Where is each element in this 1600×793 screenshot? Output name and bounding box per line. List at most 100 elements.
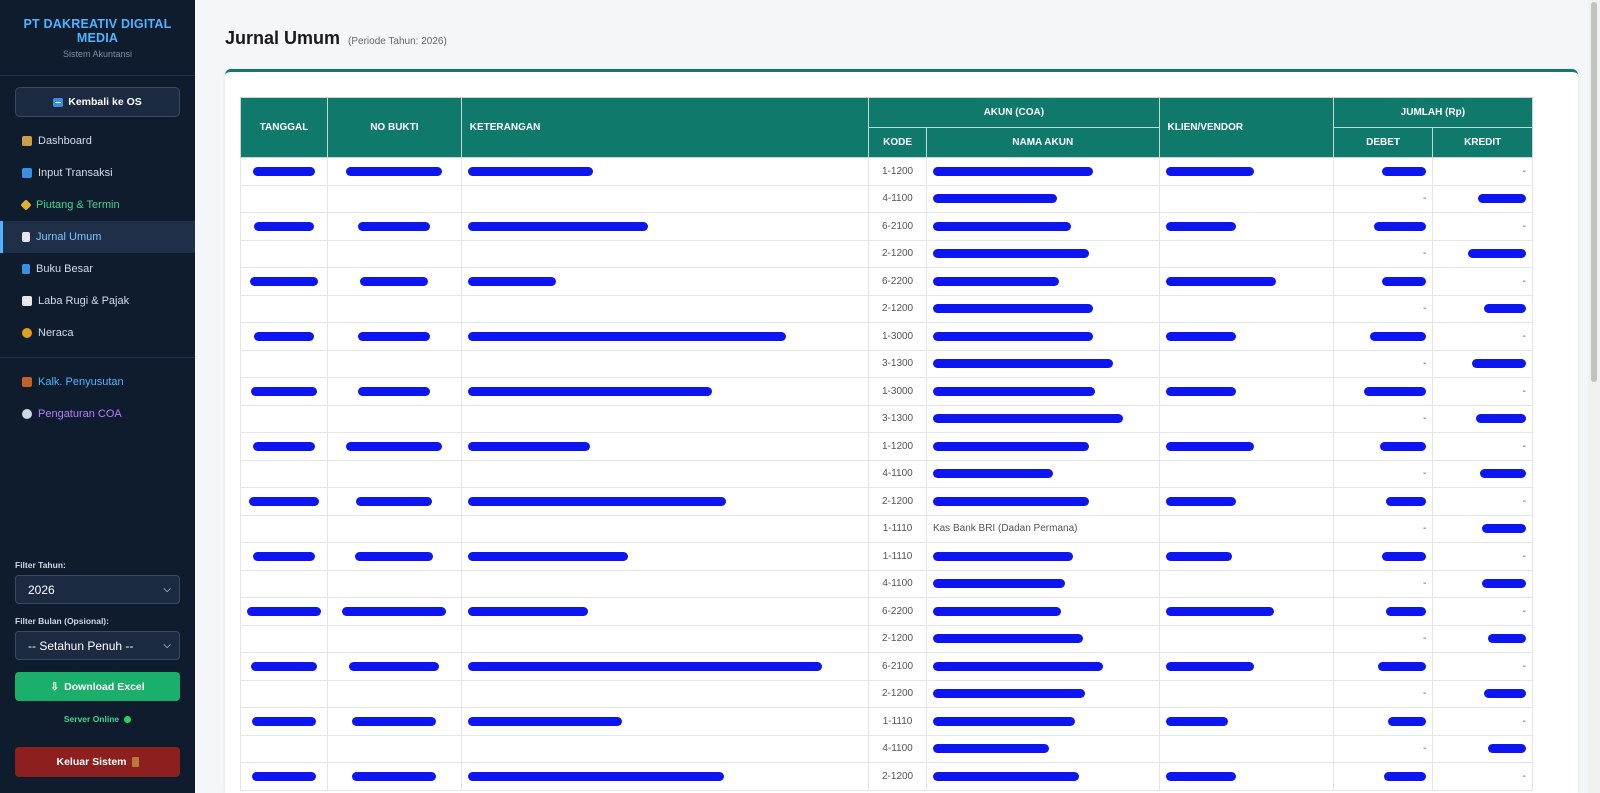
cell-no-bukti — [327, 624, 462, 653]
cell-kode: 1-1110 — [868, 542, 927, 571]
cell-nama-akun — [925, 184, 1160, 213]
cell-debet: - — [1332, 679, 1434, 708]
cell-keterangan — [460, 157, 870, 186]
journal-row: 6-2100 - — [240, 212, 1533, 241]
cell-kredit — [1432, 624, 1533, 653]
journal-row: 4-1100 - — [240, 569, 1533, 598]
redaction-mark — [1165, 441, 1254, 451]
redaction-mark — [932, 716, 1075, 726]
cell-tanggal — [240, 404, 328, 433]
cell-no-bukti — [327, 294, 462, 323]
kredit-text: - — [1522, 220, 1526, 232]
cell-keterangan — [460, 322, 870, 351]
cell-debet: - — [1332, 734, 1434, 763]
door-icon — [131, 757, 139, 767]
redaction-mark — [1386, 496, 1427, 506]
debet-text: - — [1423, 688, 1427, 700]
redaction-mark — [467, 716, 622, 726]
journal-row: 6-2100 - — [240, 652, 1533, 681]
cell-keterangan — [460, 349, 870, 378]
cell-kredit: - — [1432, 707, 1533, 736]
cell-klien — [1158, 404, 1334, 433]
journal-row: 4-1100 - — [240, 459, 1533, 488]
cell-kredit: - — [1432, 652, 1533, 681]
redaction-mark — [932, 166, 1093, 176]
redaction-mark — [252, 771, 316, 781]
nav-piutang-termin[interactable]: Piutang & Termin — [0, 189, 195, 221]
cell-nama-akun — [925, 267, 1160, 296]
redaction-mark — [1165, 716, 1228, 726]
nav-label: Neraca — [38, 327, 74, 339]
filter-year-select[interactable]: 2026 ⌵ — [15, 575, 180, 604]
nav-pengaturan-coa[interactable]: Pengaturan COA — [0, 398, 195, 430]
download-excel-button[interactable]: ⇩ Download Excel — [15, 672, 180, 701]
nav-jurnal-umum[interactable]: Jurnal Umum — [0, 221, 195, 253]
redaction-mark — [932, 551, 1073, 561]
redaction-mark — [932, 386, 1095, 396]
debet-text: - — [1423, 303, 1427, 315]
filter-month-label: Filter Bulan (Opsional): — [15, 616, 109, 626]
app-subtitle: Sistem Akuntansi — [62, 49, 133, 59]
redaction-mark — [932, 414, 1123, 424]
journal-row: 2-1200 - — [240, 679, 1533, 708]
cell-kode: 6-2200 — [868, 267, 927, 296]
cell-kode: 2-1200 — [868, 239, 927, 268]
cell-no-bukti — [327, 569, 462, 598]
redaction-mark — [1382, 276, 1427, 286]
scrollbar-thumb[interactable] — [1591, 2, 1597, 382]
redaction-mark — [1382, 551, 1427, 561]
cell-klien — [1158, 762, 1334, 791]
main-content: Jurnal Umum (Periode Tahun: 2026) TANGGA… — [195, 0, 1588, 793]
col-header-no-bukti: NO BUKTI — [327, 97, 462, 158]
kredit-text: - — [1522, 495, 1526, 507]
nav-kalk-penyusutan[interactable]: Kalk. Penyusutan — [0, 366, 195, 398]
redaction-mark — [932, 221, 1071, 231]
cell-keterangan — [460, 624, 870, 653]
logout-button[interactable]: Keluar Sistem — [15, 747, 180, 777]
cell-no-bukti — [327, 514, 462, 543]
cell-tanggal — [240, 322, 328, 351]
redaction-mark — [1165, 276, 1276, 286]
journal-row: 6-2200 - — [240, 267, 1533, 296]
nav-label: Dashboard — [38, 135, 92, 147]
filter-month-select[interactable]: -- Setahun Penuh -- ⌵ — [15, 631, 180, 660]
back-to-os-button[interactable]: Kembali ke OS — [15, 87, 180, 117]
cell-nama-akun — [925, 212, 1160, 241]
cell-kode: 6-2100 — [868, 212, 927, 241]
cell-kode: 1-1110 — [868, 707, 927, 736]
cell-debet — [1332, 542, 1434, 571]
cell-nama-akun — [925, 734, 1160, 763]
redaction-mark — [932, 469, 1053, 479]
page-scrollbar[interactable] — [1588, 0, 1600, 793]
nav-neraca[interactable]: Neraca — [0, 317, 195, 349]
redaction-mark — [358, 386, 431, 396]
nav-input-transaksi[interactable]: Input Transaksi — [0, 157, 195, 189]
cell-debet: - — [1332, 239, 1434, 268]
redaction-mark — [1165, 166, 1254, 176]
redaction-mark — [352, 771, 437, 781]
cell-keterangan — [460, 294, 870, 323]
kredit-text: - — [1522, 275, 1526, 287]
cell-keterangan — [460, 597, 870, 626]
nav-laba-rugi[interactable]: Laba Rugi & Pajak — [0, 285, 195, 317]
cell-tanggal — [240, 212, 328, 241]
redaction-mark — [467, 551, 628, 561]
cell-keterangan — [460, 514, 870, 543]
journal-row: 2-1200 - — [240, 624, 1533, 653]
cell-tanggal — [240, 349, 328, 378]
brand: PT DAKREATIV DIGITAL MEDIA Sistem Akunta… — [0, 0, 195, 76]
cell-debet — [1332, 322, 1434, 351]
nav-dashboard[interactable]: Dashboard — [0, 125, 195, 157]
cell-keterangan — [460, 184, 870, 213]
cell-kode: 2-1200 — [868, 679, 927, 708]
cell-nama-akun — [925, 239, 1160, 268]
cell-kredit — [1432, 459, 1533, 488]
redaction-mark — [252, 716, 316, 726]
nav-buku-besar[interactable]: Buku Besar — [0, 253, 195, 285]
col-header-akun: AKUN (COA) — [868, 97, 1160, 128]
redaction-mark — [1388, 716, 1427, 726]
kredit-text: - — [1522, 550, 1526, 562]
redaction-mark — [1476, 414, 1526, 424]
tag-icon — [20, 199, 32, 211]
redaction-mark — [932, 276, 1059, 286]
